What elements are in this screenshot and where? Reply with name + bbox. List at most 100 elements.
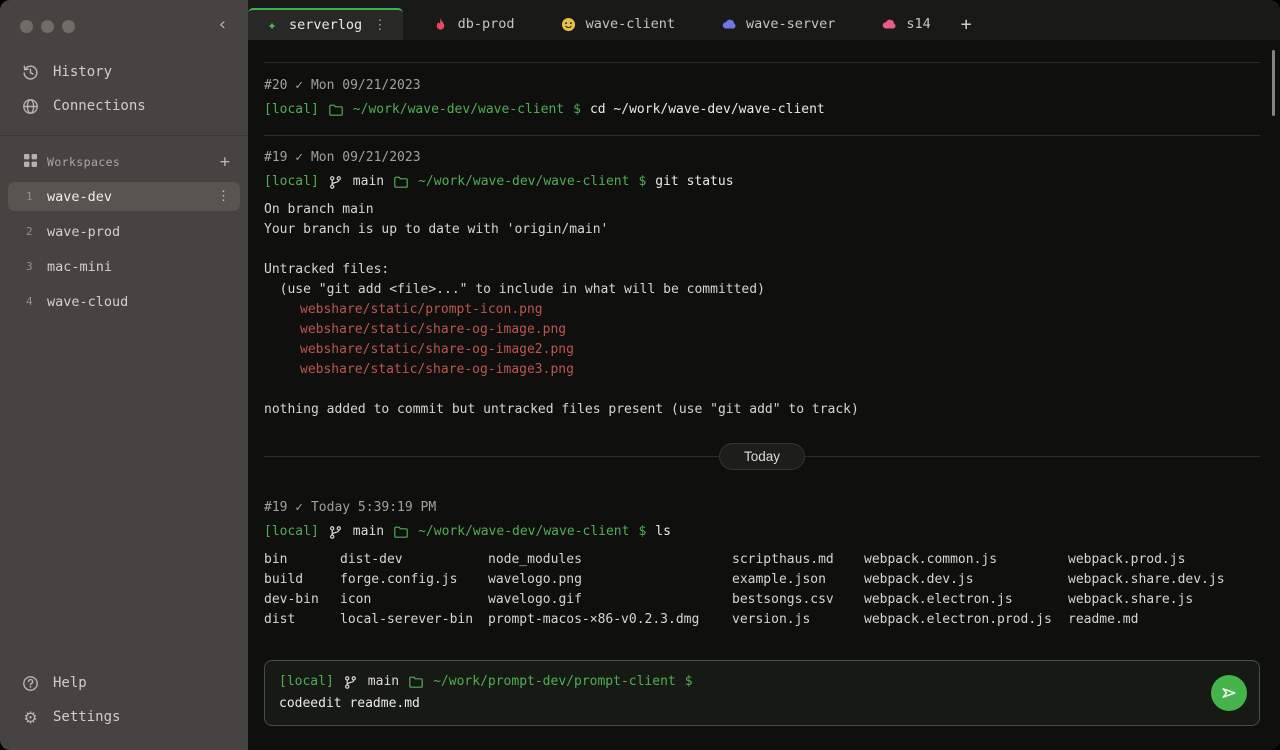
sidebar-item-connections[interactable]: Connections (0, 89, 248, 123)
prompt-branch: main (367, 674, 400, 689)
ls-entry: node_modules (488, 552, 582, 567)
prompt-command: git status (655, 174, 734, 189)
command-record: #20 ✓ Mon 09/21/2023 [local] ~/work/wave… (264, 63, 1260, 120)
record-meta: #20 ✓ Mon 09/21/2023 (264, 78, 421, 93)
ls-entry: wavelogo.gif (488, 592, 582, 607)
ls-entry: webpack.common.js (864, 552, 998, 567)
prompt-path: ~/work/prompt-dev/prompt-client (433, 674, 676, 689)
add-workspace-button[interactable]: + (220, 153, 230, 170)
command-input-box[interactable]: [local] main ~/work/prompt-dev/prompt-cl… (264, 660, 1260, 726)
tab-label: s14 (906, 16, 931, 32)
tab-s14[interactable]: s14 (865, 8, 946, 40)
send-icon (1219, 683, 1239, 703)
prompt-path: ~/work/wave-dev/wave-client (418, 524, 630, 539)
prompt-branch: main (352, 174, 385, 189)
folder-icon (393, 174, 409, 190)
workspace-number: 4 (26, 295, 33, 308)
ls-column: webpack.prod.js webpack.share.dev.js web… (1068, 550, 1225, 630)
tab-label: db-prod (457, 16, 515, 32)
sidebar-item-label: Connections (53, 98, 146, 114)
sidebar-collapse-icon[interactable]: ‹ (217, 16, 228, 34)
prompt-symbol: $ (638, 524, 647, 539)
untracked-file: webshare/static/share-og-image.png (300, 322, 567, 337)
command-record: #19 ✓ Mon 09/21/2023 [local] main ~/work… (264, 136, 1260, 420)
workspace-item-wave-prod[interactable]: 2 wave-prod (8, 217, 240, 246)
record-prompt: [local] main ~/work/wave-dev/wave-client… (264, 522, 1260, 542)
prompt-symbol: $ (638, 174, 647, 189)
ls-entry: webpack.share.js (1068, 592, 1194, 607)
today-pill-button[interactable]: Today (718, 442, 806, 470)
tab-wave-server[interactable]: wave-server (705, 8, 851, 40)
folder-icon (393, 524, 409, 540)
command-record: #19 ✓ Today 5:39:19 PM [local] main ~/wo… (264, 485, 1260, 630)
output-line: On branch main (264, 202, 374, 217)
sidebar: ‹ History Connections Workspaces + 1 wav… (0, 0, 248, 750)
sidebar-item-history[interactable]: History (0, 55, 248, 89)
close-window-button[interactable] (20, 20, 33, 33)
ls-entry: webpack.dev.js (864, 572, 974, 587)
ls-column: webpack.common.js webpack.dev.js webpack… (864, 550, 1068, 630)
ls-output: bin build dev-bin dist dist-dev forge.co… (264, 550, 1260, 630)
ls-column: dist-dev forge.config.js icon local-sere… (340, 550, 488, 630)
today-divider: Today (264, 441, 1260, 471)
ls-entry: local-serever-bin (340, 612, 474, 627)
workspace-name: wave-prod (47, 223, 121, 240)
prompt-host: [local] (264, 102, 319, 117)
record-meta: #19 ✓ Today 5:39:19 PM (264, 500, 437, 515)
workspace-menu-icon[interactable]: ⋮ (217, 189, 230, 204)
ls-entry: bin (264, 552, 288, 567)
tab-db-prod[interactable]: db-prod (417, 8, 531, 40)
workspace-name: wave-dev (47, 188, 113, 205)
sidebar-item-help[interactable]: Help (0, 666, 248, 700)
prompt-path: ~/work/wave-dev/wave-client (418, 174, 630, 189)
ls-entry: dist (264, 612, 296, 627)
prompt-host: [local] (264, 524, 319, 539)
ls-entry: bestsongs.csv (732, 592, 834, 607)
ls-entry: dev-bin (264, 592, 319, 607)
tab-label: serverlog (289, 17, 363, 33)
run-command-button[interactable] (1211, 675, 1247, 711)
minimize-window-button[interactable] (41, 20, 54, 33)
sidebar-item-label: History (53, 64, 113, 80)
app-window: ‹ History Connections Workspaces + 1 wav… (0, 0, 1280, 750)
ls-entry: webpack.prod.js (1068, 552, 1186, 567)
add-tab-button[interactable]: + (947, 8, 986, 40)
prompt-command: cd ~/work/wave-dev/wave-client (589, 102, 825, 117)
git-branch-icon (328, 524, 344, 540)
ls-entry: forge.config.js (340, 572, 458, 587)
ls-column: scripthaus.md example.json bestsongs.csv… (732, 550, 864, 630)
scrollbar-thumb[interactable] (1272, 50, 1275, 116)
git-branch-icon (328, 174, 344, 190)
tab-menu-icon[interactable]: ⋮ (373, 17, 387, 33)
sidebar-bottom: Help ⚙ Settings (0, 666, 248, 750)
workspace-item-mac-mini[interactable]: 3 mac-mini (8, 252, 240, 281)
tab-serverlog[interactable]: ✦ serverlog ⋮ (248, 8, 403, 40)
command-input-field[interactable]: codeedit readme.md (279, 693, 1199, 715)
tab-wave-client[interactable]: wave-client (545, 8, 691, 40)
workspace-number: 1 (26, 190, 33, 203)
workspaces-header: Workspaces + (0, 136, 248, 179)
tab-label: wave-client (585, 16, 675, 32)
workspace-item-wave-dev[interactable]: 1 wave-dev ⋮ (8, 182, 240, 211)
sidebar-item-label: Help (53, 675, 87, 691)
window-controls (0, 0, 248, 33)
ls-entry: wavelogo.png (488, 572, 582, 587)
gear-icon: ⚙ (23, 707, 38, 727)
sidebar-item-label: Settings (53, 709, 121, 725)
output-line: (use "git add <file>..." to include in w… (264, 282, 765, 297)
workspace-item-wave-cloud[interactable]: 4 wave-cloud (8, 287, 240, 316)
output-line: Untracked files: (264, 262, 390, 277)
sidebar-item-settings[interactable]: ⚙ Settings (0, 700, 248, 734)
maximize-window-button[interactable] (62, 20, 75, 33)
prompt-host: [local] (264, 174, 319, 189)
ls-entry: example.json (732, 572, 826, 587)
workspace-number: 2 (26, 225, 33, 238)
prompt-branch: main (352, 524, 385, 539)
history-icon (22, 64, 39, 81)
smiley-icon (561, 16, 577, 32)
main-area: ✦ serverlog ⋮ db-prod wave-client wave-s… (248, 0, 1280, 750)
prompt-symbol: $ (684, 674, 693, 689)
flame-icon (433, 16, 449, 32)
tab-label: wave-server (745, 16, 836, 32)
terminal-content: #20 ✓ Mon 09/21/2023 [local] ~/work/wave… (248, 40, 1280, 750)
